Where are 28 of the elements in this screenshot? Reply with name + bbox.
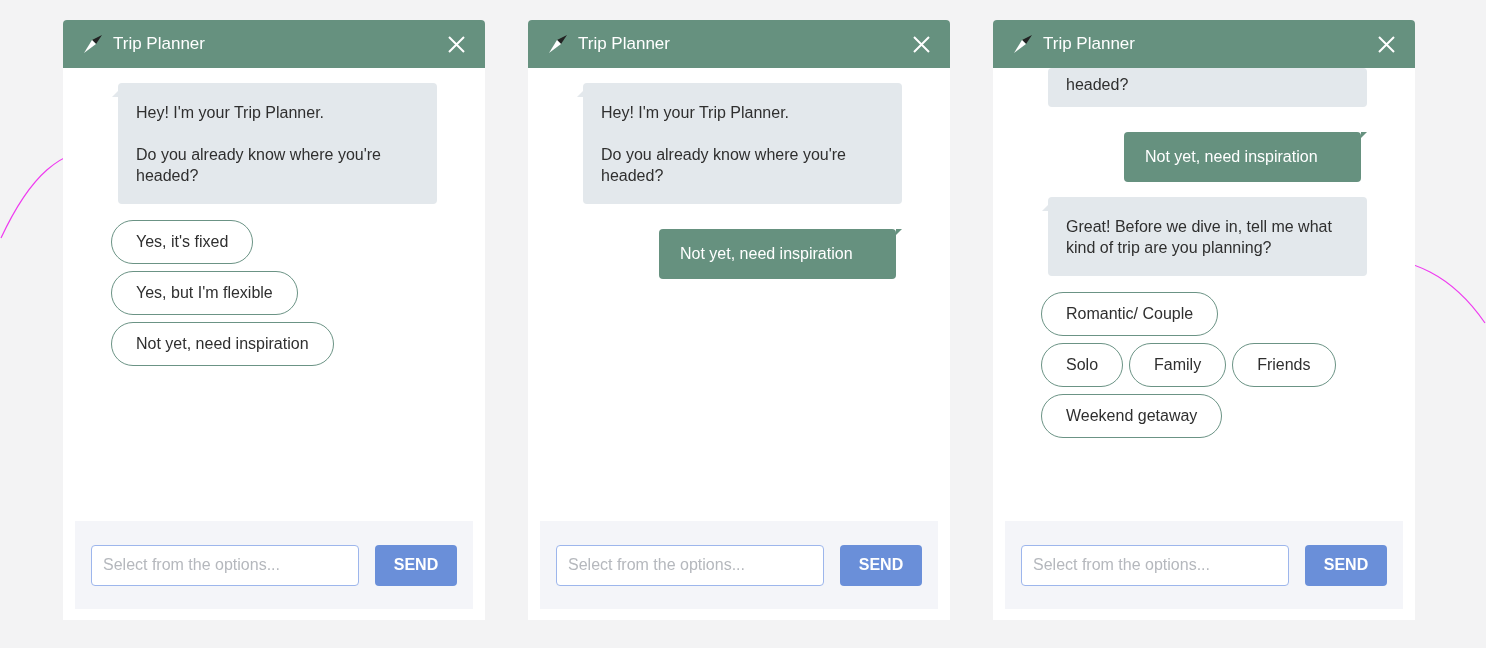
window-title: Trip Planner	[578, 33, 670, 56]
user-message: Not yet, need inspiration	[659, 229, 896, 279]
compass-arrow-icon	[548, 34, 568, 54]
option-button[interactable]: Family	[1129, 343, 1227, 387]
close-icon[interactable]	[913, 35, 930, 53]
option-button[interactable]: Yes, but I'm flexible	[111, 271, 298, 315]
message-input[interactable]: Select from the options...	[556, 544, 824, 586]
option-button[interactable]: Friends	[1232, 343, 1336, 387]
bubble-tail	[896, 229, 902, 235]
bot-message: Hey! I'm your Trip Planner. Do you already know where you're headed?	[118, 83, 437, 204]
bot-message: Hey! I'm your Trip Planner. Do you already know where you're headed?	[583, 83, 902, 204]
window-title: Trip Planner	[1043, 33, 1135, 56]
bot-message: Great! Before we dive in, tell me what kind of trip are you planning?	[1048, 197, 1367, 276]
bubble-tail	[1361, 132, 1367, 138]
close-icon[interactable]	[1378, 35, 1395, 53]
close-icon[interactable]	[448, 35, 465, 53]
compass-arrow-icon	[1013, 34, 1033, 54]
option-button[interactable]: Weekend getaway	[1041, 394, 1223, 438]
option-button[interactable]: Solo	[1041, 343, 1124, 387]
option-button[interactable]: Not yet, need inspiration	[111, 322, 334, 366]
window-title: Trip Planner	[113, 33, 205, 56]
option-button[interactable]: Yes, it's fixed	[111, 220, 254, 264]
compass-arrow-icon	[83, 34, 103, 54]
message-input[interactable]: Select from the options...	[1021, 544, 1289, 586]
option-button[interactable]: Romantic/ Couple	[1041, 292, 1219, 336]
user-message: Not yet, need inspiration	[1124, 132, 1361, 182]
bot-message: headed?	[1048, 68, 1367, 107]
message-input[interactable]: Select from the options...	[91, 544, 359, 586]
